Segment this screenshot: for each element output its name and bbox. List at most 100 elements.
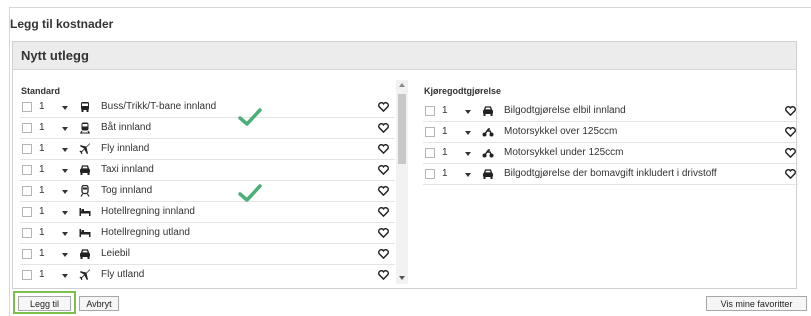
item-label: Fly utland [101, 269, 145, 280]
row-checkbox[interactable] [22, 102, 32, 112]
car-icon [80, 165, 90, 175]
heart-icon[interactable] [785, 148, 796, 158]
chevron-down-icon[interactable] [62, 274, 68, 278]
list-item[interactable]: 1 Buss/Trikk/T-bane innland [20, 97, 395, 118]
row-checkbox[interactable] [425, 106, 435, 116]
chevron-down-icon[interactable] [62, 211, 68, 215]
list-item[interactable]: 1 Bilgodtgjørelse der bomavgift inkluder… [423, 164, 798, 185]
item-label: Hotellregning utland [101, 227, 190, 238]
heart-icon[interactable] [378, 165, 389, 175]
chevron-down-icon[interactable] [465, 110, 471, 114]
list-item[interactable]: 1 Taxi innland [20, 160, 395, 181]
list-item[interactable]: 1 Fly innland [20, 139, 395, 160]
chevron-down-icon[interactable] [62, 106, 68, 110]
heart-icon[interactable] [378, 207, 389, 217]
heart-icon[interactable] [378, 186, 389, 196]
list-item[interactable]: 1 Motorsykkel under 125ccm [423, 143, 798, 164]
heart-icon[interactable] [378, 249, 389, 259]
row-checkbox[interactable] [22, 228, 32, 238]
row-checkbox[interactable] [22, 249, 32, 259]
item-label: Båt innland [101, 122, 152, 133]
row-checkbox[interactable] [22, 186, 32, 196]
row-checkbox[interactable] [425, 127, 435, 137]
chevron-down-icon[interactable] [465, 131, 471, 135]
quantity-value[interactable]: 1 [39, 122, 45, 133]
list-item[interactable]: 1 Tog innland [20, 181, 395, 202]
panel-header: Nytt utlegg [13, 42, 796, 70]
list-item[interactable]: 1 Hotellregning innland [20, 202, 395, 223]
heart-icon[interactable] [378, 102, 389, 112]
chevron-down-icon[interactable] [62, 232, 68, 236]
chevron-down-icon[interactable] [465, 173, 471, 177]
item-label: Bilgodtgjørelse elbil innland [504, 105, 626, 116]
row-checkbox[interactable] [425, 169, 435, 179]
item-label: Motorsykkel over 125ccm [504, 126, 618, 137]
chevron-down-icon[interactable] [62, 127, 68, 131]
checkmark-annotation-icon [238, 108, 262, 126]
heart-icon[interactable] [785, 106, 796, 116]
standard-section-title: Standard [21, 86, 61, 96]
quantity-value[interactable]: 1 [39, 227, 45, 238]
quantity-value[interactable]: 1 [39, 206, 45, 217]
item-label: Bilgodtgjørelse der bomavgift inkludert … [504, 168, 717, 179]
heart-icon[interactable] [785, 127, 796, 137]
bus-icon [81, 102, 89, 112]
car-icon [483, 169, 493, 179]
heart-icon[interactable] [378, 144, 389, 154]
item-label: Buss/Trikk/T-bane innland [101, 101, 217, 112]
scroll-down-icon[interactable] [399, 276, 405, 280]
quantity-value[interactable]: 1 [39, 101, 45, 112]
row-checkbox[interactable] [22, 165, 32, 175]
item-label: Taxi innland [101, 164, 154, 175]
quantity-value[interactable]: 1 [442, 147, 448, 158]
quantity-value[interactable]: 1 [442, 168, 448, 179]
list-item[interactable]: 1 Leiebil [20, 244, 395, 265]
list-item[interactable]: 1 Fly utland [20, 265, 395, 285]
show-favorites-button[interactable]: Vis mine favoritter [706, 296, 807, 311]
bed-icon [79, 208, 91, 216]
quantity-value[interactable]: 1 [39, 143, 45, 154]
chevron-down-icon[interactable] [62, 148, 68, 152]
scroll-up-icon[interactable] [399, 83, 405, 87]
heart-icon[interactable] [378, 123, 389, 133]
quantity-value[interactable]: 1 [39, 269, 45, 280]
row-checkbox[interactable] [22, 144, 32, 154]
row-checkbox[interactable] [22, 207, 32, 217]
motorcycle-icon [482, 128, 494, 137]
chevron-down-icon[interactable] [62, 253, 68, 257]
scrollbar-thumb[interactable] [398, 94, 406, 164]
chevron-down-icon[interactable] [62, 190, 68, 194]
standard-list: 1 Buss/Trikk/T-bane innland 1 Båt innlan… [20, 97, 395, 285]
list-item[interactable]: 1 Båt innland [20, 118, 395, 139]
list-item[interactable]: 1 Bilgodtgjørelse elbil innland [423, 101, 798, 122]
add-button[interactable]: Legg til [18, 296, 71, 311]
row-checkbox[interactable] [425, 148, 435, 158]
bed-icon [79, 229, 91, 237]
mileage-section-title: Kjøregodtgjørelse [424, 86, 502, 96]
checkmark-annotation-icon [238, 184, 262, 202]
chevron-down-icon[interactable] [465, 152, 471, 156]
plane-icon [79, 143, 90, 155]
heart-icon[interactable] [378, 228, 389, 238]
item-label: Motorsykkel under 125ccm [504, 147, 624, 158]
quantity-value[interactable]: 1 [442, 105, 448, 116]
list-item[interactable]: 1 Hotellregning utland [20, 223, 395, 244]
heart-icon[interactable] [378, 270, 389, 280]
item-label: Leiebil [101, 248, 130, 259]
page-title: Legg til kostnader [10, 17, 114, 31]
quantity-value[interactable]: 1 [442, 126, 448, 137]
chevron-down-icon[interactable] [62, 169, 68, 173]
plane-icon [79, 269, 90, 281]
cancel-button[interactable]: Avbryt [79, 296, 119, 311]
item-label: Fly innland [101, 143, 150, 154]
heart-icon[interactable] [785, 169, 796, 179]
quantity-value[interactable]: 1 [39, 164, 45, 175]
item-label: Hotellregning innland [101, 206, 195, 217]
panel-title: Nytt utlegg [21, 48, 89, 63]
quantity-value[interactable]: 1 [39, 248, 45, 259]
list-scrollbar[interactable] [396, 80, 408, 284]
quantity-value[interactable]: 1 [39, 185, 45, 196]
list-item[interactable]: 1 Motorsykkel over 125ccm [423, 122, 798, 143]
row-checkbox[interactable] [22, 123, 32, 133]
row-checkbox[interactable] [22, 270, 32, 280]
